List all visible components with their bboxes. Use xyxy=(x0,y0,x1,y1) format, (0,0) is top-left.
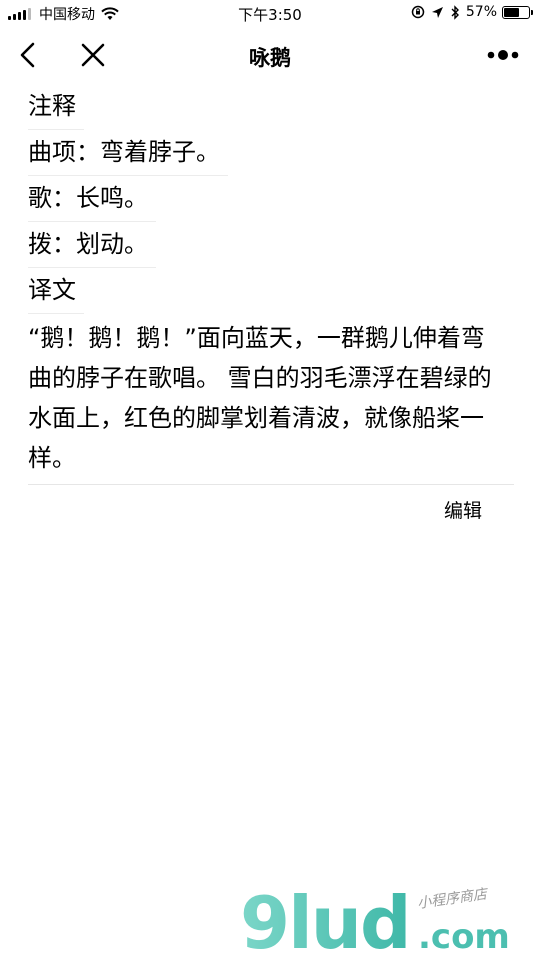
rotation-lock-icon xyxy=(411,5,425,19)
9lud-watermark-logo: 9lud .com 小程序商店 xyxy=(240,881,510,956)
more-options-icon[interactable] xyxy=(486,46,520,64)
edit-button[interactable]: 编辑 xyxy=(444,496,482,523)
battery-fill xyxy=(504,7,519,17)
status-bar: 中国移动 下午3:50 57% xyxy=(0,0,540,28)
translation-text: “鹅！鹅！鹅！”面向蓝天，一群鹅儿伸着弯曲的脖子在歌唱。 雪白的羽毛漂浮在碧绿的… xyxy=(28,314,514,485)
bluetooth-icon xyxy=(451,4,459,20)
battery-icon xyxy=(502,5,533,19)
poem-notes-content: 注释 曲项：弯着脖子。 歌：长鸣。 拨：划动。 译文 “鹅！鹅！鹅！”面向蓝天，… xyxy=(28,84,514,485)
status-right: 57% xyxy=(405,4,533,20)
section-heading-translation: 译文 xyxy=(28,268,84,314)
note-item: 拨：划动。 xyxy=(28,222,156,268)
watermark-domain: .com xyxy=(418,917,510,956)
section-heading-notes: 注释 xyxy=(28,84,84,130)
note-item: 曲项：弯着脖子。 xyxy=(28,130,228,176)
navigation-bar: 咏鹅 xyxy=(0,28,540,84)
watermark-brand: 9lud xyxy=(240,881,410,956)
page-title: 咏鹅 xyxy=(249,46,291,70)
location-icon xyxy=(431,6,443,18)
battery-percent: 57% xyxy=(465,4,497,20)
watermark-tagline: 小程序商店 xyxy=(416,886,490,912)
note-item: 歌：长鸣。 xyxy=(28,176,156,222)
